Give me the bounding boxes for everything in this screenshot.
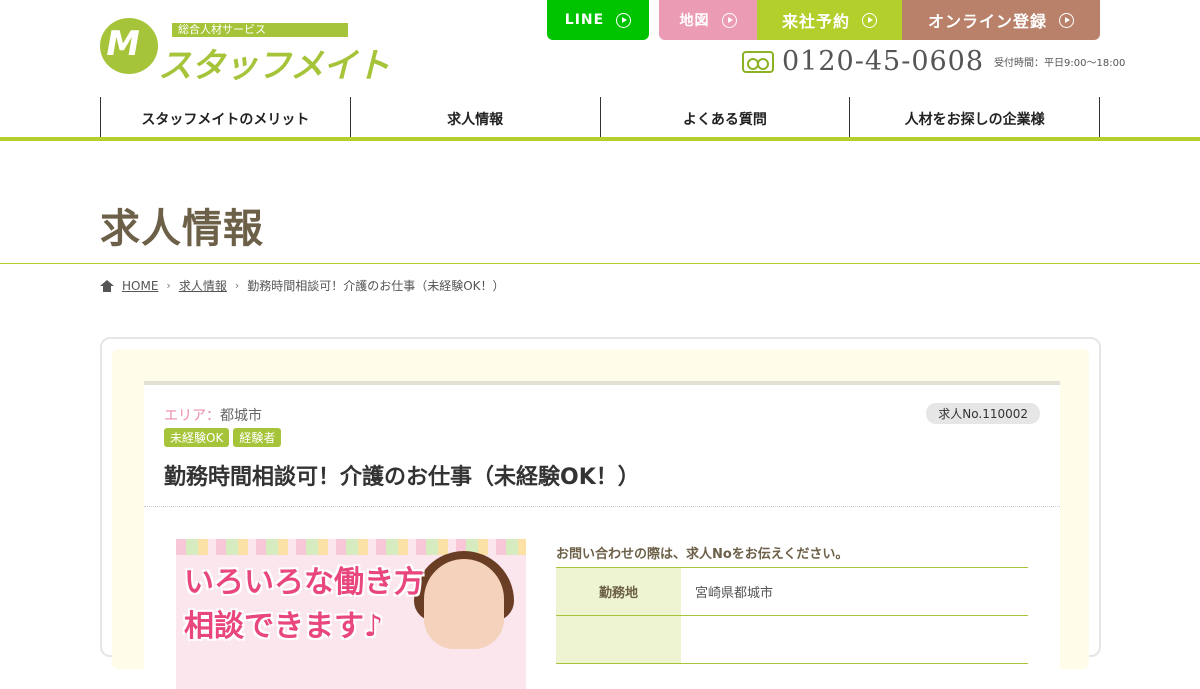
job-details-table: 勤務地 宮崎県都城市 xyxy=(556,567,1028,664)
job-tags: 未経験OK 経験者 xyxy=(164,428,282,447)
detail-label: 勤務地 xyxy=(556,568,681,615)
detail-value xyxy=(681,616,1028,663)
tag-experienced: 経験者 xyxy=(233,428,282,447)
job-area: エリア：都城市 xyxy=(164,405,262,425)
breadcrumb: HOME › 求人情報 › 勤務時間相談可！介護のお仕事（未経験OK！） xyxy=(100,277,505,294)
job-card: エリア：都城市 求人No.110002 未経験OK 経験者 勤務時間相談可！介護… xyxy=(144,381,1060,689)
job-card-background: エリア：都城市 求人No.110002 未経験OK 経験者 勤務時間相談可！介護… xyxy=(112,349,1089,689)
logo[interactable]: M 総合人材サービス スタッフメイト xyxy=(100,18,390,86)
area-value: 都城市 xyxy=(220,408,262,424)
line-button[interactable]: LINE xyxy=(547,0,649,40)
page-title: 求人情報 xyxy=(100,206,264,252)
chevron-right-icon: › xyxy=(166,279,171,292)
logo-tagline: 総合人材サービス xyxy=(172,23,348,37)
inquiry-notice: お問い合わせの際は、求人Noをお伝えください。 xyxy=(556,547,849,562)
photo-caption-line-1: いろいろな働き方 xyxy=(184,565,424,600)
detail-label xyxy=(556,616,681,663)
map-button-label: 地図 xyxy=(679,13,710,29)
area-label: エリア： xyxy=(164,408,220,424)
phone-contact: 0120-45-0608 受付時間：平日9:00～18:00 xyxy=(742,46,1125,77)
map-button[interactable]: 地図 xyxy=(659,0,757,40)
nav-item-merit[interactable]: スタッフメイトのメリット xyxy=(100,97,350,137)
logo-name: スタッフメイト xyxy=(158,46,390,86)
job-photo: いろいろな働き方 相談できます♪ xyxy=(176,539,526,689)
photo-caption: いろいろな働き方 相談できます♪ xyxy=(184,561,424,649)
phone-number[interactable]: 0120-45-0608 xyxy=(782,46,984,77)
title-divider xyxy=(0,263,1200,264)
job-number-badge: 求人No.110002 xyxy=(926,403,1040,424)
photo-caption-line-2: 相談できます♪ xyxy=(184,609,384,644)
play-circle-icon xyxy=(862,12,877,28)
tag-inexperienced-ok: 未経験OK xyxy=(164,428,230,447)
table-row xyxy=(556,616,1028,664)
freedial-icon xyxy=(742,50,774,73)
breadcrumb-jobs[interactable]: 求人情報 xyxy=(179,277,227,294)
online-registration-button[interactable]: オンライン登録 xyxy=(902,0,1100,40)
home-icon xyxy=(100,279,114,292)
nav-item-faq[interactable]: よくある質問 xyxy=(599,97,850,137)
online-registration-label: オンライン登録 xyxy=(927,12,1047,31)
job-card-frame: エリア：都城市 求人No.110002 未経験OK 経験者 勤務時間相談可！介護… xyxy=(100,337,1101,689)
table-row: 勤務地 宮崎県都城市 xyxy=(556,568,1028,616)
visit-reservation-label: 来社予約 xyxy=(781,12,850,31)
breadcrumb-current: 勤務時間相談可！介護のお仕事（未経験OK！） xyxy=(247,279,505,293)
play-circle-icon xyxy=(616,12,632,28)
nav-item-companies[interactable]: 人材をお探しの企業様 xyxy=(849,97,1100,137)
nav-underline xyxy=(0,137,1200,141)
play-circle-icon xyxy=(721,12,737,28)
global-nav: スタッフメイトのメリット 求人情報 よくある質問 人材をお探しの企業様 xyxy=(100,97,1100,137)
nav-item-jobs[interactable]: 求人情報 xyxy=(349,97,600,137)
business-hours: 受付時間：平日9:00～18:00 xyxy=(994,58,1126,69)
logo-mark-icon: M xyxy=(100,18,158,74)
job-title: 勤務時間相談可！介護のお仕事（未経験OK！） xyxy=(164,465,640,490)
visit-reservation-button[interactable]: 来社予約 xyxy=(757,0,902,40)
detail-value: 宮崎県都城市 xyxy=(695,586,774,601)
chevron-right-icon: › xyxy=(234,279,240,292)
photo-person-face xyxy=(424,559,504,649)
card-divider xyxy=(144,506,1060,507)
line-button-label: LINE xyxy=(564,12,605,28)
play-circle-icon xyxy=(1059,12,1074,28)
breadcrumb-home[interactable]: HOME xyxy=(122,279,158,293)
